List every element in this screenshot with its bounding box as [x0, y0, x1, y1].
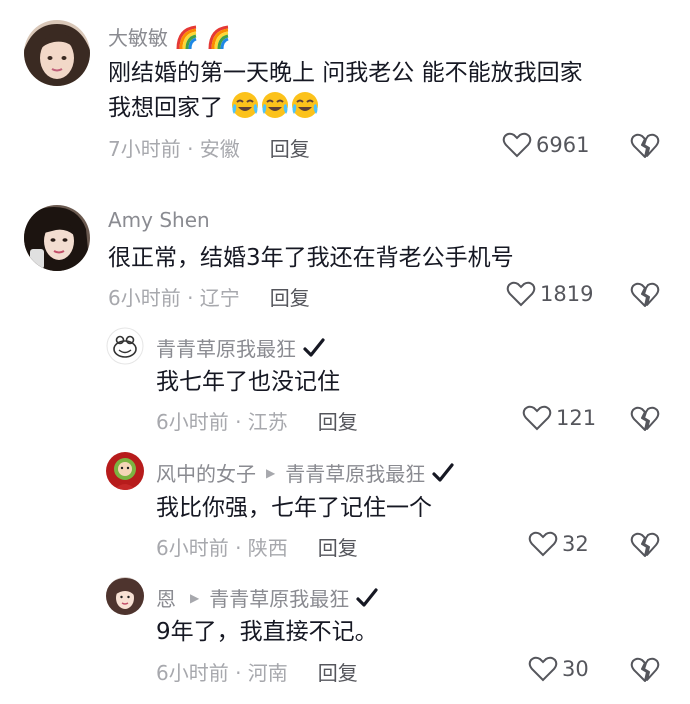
avatar[interactable] — [106, 577, 144, 615]
comment-text-line-2: 我想回家了 — [108, 95, 223, 121]
rainbow-icon — [206, 23, 236, 51]
reply-arrow-icon: ▶ — [266, 465, 276, 480]
like-button[interactable]: 30 — [528, 655, 589, 683]
reply-button[interactable]: 回复 — [270, 282, 310, 311]
username-text: 风中的女子 — [156, 462, 256, 486]
avatar[interactable] — [24, 205, 90, 271]
reply-arrow-icon: ▶ — [190, 590, 200, 605]
time-location: 6小时前 · 辽宁 — [108, 286, 240, 310]
reply-to-username[interactable]: 青青草原我最狂 — [209, 583, 349, 612]
heart-icon — [522, 405, 552, 431]
reply-button[interactable]: 回复 — [318, 657, 358, 686]
time-location: 7小时前 · 安徽 — [108, 137, 240, 161]
dislike-button[interactable] — [630, 405, 660, 433]
avatar[interactable] — [106, 327, 144, 365]
checkmark-icon — [302, 337, 326, 359]
rainbow-icon — [174, 23, 204, 51]
time-location: 6小时前 · 河南 — [156, 661, 288, 685]
crying-laugh-emoji-icon — [260, 90, 290, 120]
username-text: 恩 — [156, 587, 176, 611]
avatar[interactable] — [106, 452, 144, 490]
comment-meta: 6小时前 · 辽宁 回复 — [108, 282, 310, 311]
comment-meta: 6小时前 · 江苏 回复 — [156, 406, 358, 435]
like-button[interactable]: 1819 — [506, 280, 593, 308]
username[interactable]: 恩 ▶ 青青草原我最狂 — [156, 583, 379, 612]
heart-icon — [528, 531, 558, 557]
comment-text-line: 我七年了也没记住 — [156, 369, 340, 395]
broken-heart-icon — [630, 657, 660, 682]
like-count: 1819 — [540, 282, 594, 306]
dislike-button[interactable] — [630, 656, 660, 684]
crying-laugh-emoji-icon — [290, 90, 320, 120]
time-location: 6小时前 · 陕西 — [156, 536, 288, 560]
username[interactable]: 风中的女子 ▶ 青青草原我最狂 — [156, 458, 455, 487]
checkmark-icon — [431, 462, 455, 484]
checkmark-icon — [355, 587, 379, 609]
like-count: 121 — [556, 406, 597, 430]
dislike-button[interactable] — [630, 531, 660, 559]
like-count: 32 — [562, 532, 589, 556]
like-count: 30 — [562, 657, 589, 681]
time-location: 6小时前 · 江苏 — [156, 410, 288, 434]
heart-icon — [502, 132, 532, 158]
comment-meta: 6小时前 · 河南 回复 — [156, 657, 358, 686]
username-text: 大敏敏 — [108, 26, 168, 50]
dislike-button[interactable] — [630, 132, 660, 160]
reply-to-username[interactable]: 青青草原我最狂 — [285, 458, 425, 487]
username[interactable]: 青青草原我最狂 — [156, 333, 326, 362]
crying-laugh-emoji-icon — [230, 90, 260, 120]
heart-icon — [528, 656, 558, 682]
username[interactable]: 大敏敏 — [108, 22, 236, 51]
username[interactable]: Amy Shen — [108, 208, 210, 232]
comment-text-line: 很正常，结婚3年了我还在背老公手机号 — [108, 245, 514, 271]
reply-button[interactable]: 回复 — [270, 133, 310, 162]
like-button[interactable]: 32 — [528, 530, 589, 558]
heart-icon — [506, 281, 536, 307]
comment-meta: 6小时前 · 陕西 回复 — [156, 532, 358, 561]
like-count: 6961 — [536, 133, 590, 157]
like-button[interactable]: 6961 — [502, 131, 589, 159]
broken-heart-icon — [630, 133, 660, 158]
broken-heart-icon — [630, 406, 660, 431]
username-text: Amy Shen — [108, 208, 210, 232]
broken-heart-icon — [630, 282, 660, 307]
dislike-button[interactable] — [630, 281, 660, 309]
comment-meta: 7小时前 · 安徽 回复 — [108, 133, 310, 162]
comment-text-line: 刚结婚的第一天晚上 问我老公 能不能放我回家 — [108, 60, 583, 86]
like-button[interactable]: 121 — [522, 404, 596, 432]
comment-text-line: 9年了，我直接不记。 — [156, 619, 378, 645]
reply-button[interactable]: 回复 — [318, 406, 358, 435]
reply-button[interactable]: 回复 — [318, 532, 358, 561]
username-text: 青青草原我最狂 — [156, 337, 296, 361]
broken-heart-icon — [630, 532, 660, 557]
comment-text-line: 我想回家了 — [108, 90, 320, 125]
comment-text-line: 我比你强，七年了记住一个 — [156, 495, 432, 521]
avatar[interactable] — [24, 20, 90, 86]
